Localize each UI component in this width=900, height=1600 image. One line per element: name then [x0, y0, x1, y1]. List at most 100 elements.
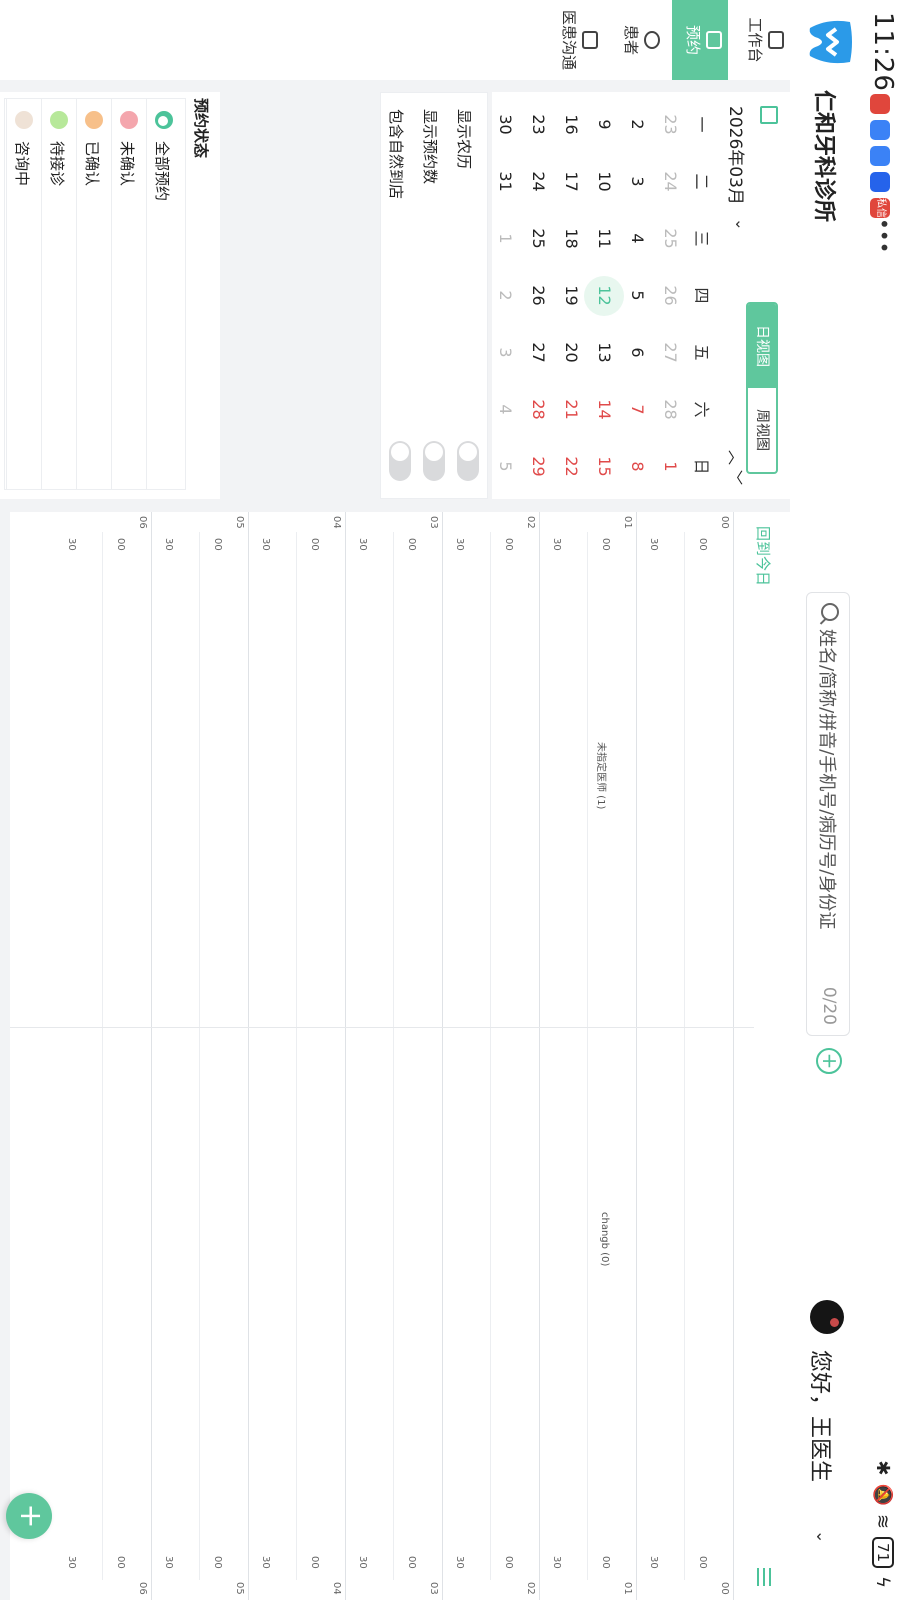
calendar-week-row: 23 24 25 26 27 28 29: [522, 96, 555, 496]
calendar-day[interactable]: 25: [529, 210, 548, 267]
calendar-day[interactable]: 23: [661, 96, 680, 153]
chevron-down-icon[interactable]: ⌄: [813, 1530, 832, 1543]
status-filter-title: 预约状态: [192, 98, 210, 159]
hour-gridline: [151, 512, 152, 1600]
add-patient-button[interactable]: +: [816, 1048, 842, 1074]
weekday-label: 四: [692, 287, 712, 304]
user-icon: [644, 31, 660, 49]
hour-gridline: [733, 512, 734, 1600]
new-appointment-button[interactable]: +: [6, 1493, 52, 1539]
schedule-timeline[interactable]: 00 00 00 00 30 30 01 01 00 00 30 30 02 02 00 00 30 30 03 03…: [10, 512, 754, 1600]
minute-label: 00: [309, 1556, 320, 1569]
calendar-day[interactable]: 11: [595, 210, 614, 267]
minute-label: 00: [212, 1556, 223, 1569]
calendar-day[interactable]: 16: [562, 96, 581, 153]
calendar-day[interactable]: 9: [595, 96, 614, 153]
app-header: 仁和牙科诊所 0/20 + 您好，王医生 ⌄: [790, 0, 862, 1600]
calendar-day[interactable]: 8: [628, 438, 647, 495]
hour-label: 03: [428, 516, 439, 529]
calendar-day[interactable]: 13: [595, 324, 614, 381]
nav-item-appointment[interactable]: 预约: [672, 0, 728, 80]
option-show-count: 显示预约数: [415, 109, 449, 489]
calendar-day[interactable]: 4: [496, 381, 515, 438]
calendar-day[interactable]: 3: [496, 324, 515, 381]
walk-in-toggle[interactable]: [389, 441, 411, 481]
calendar-month-label[interactable]: 2026年03月: [725, 106, 750, 205]
view-toggle: 日视图 周视图: [746, 302, 778, 474]
count-toggle[interactable]: [423, 441, 445, 481]
calendar-day[interactable]: 27: [661, 324, 680, 381]
calendar-week-row: 23 24 25 26 27 28 1: [654, 96, 687, 496]
calendar-day[interactable]: 6: [628, 324, 647, 381]
chevron-down-icon[interactable]: ⌄: [732, 218, 750, 231]
calendar-day[interactable]: 1: [661, 438, 680, 495]
calendar-day[interactable]: 4: [628, 210, 647, 267]
nav-item-workbench[interactable]: 工作台: [734, 0, 790, 80]
hour-label: 01: [622, 516, 633, 529]
chevron-down-icon[interactable]: ﹀: [725, 470, 746, 485]
calendar-day[interactable]: 1: [496, 210, 515, 267]
weekday-label: 日: [692, 458, 712, 475]
calendar-day[interactable]: 14: [595, 381, 614, 438]
calendar-day[interactable]: 7: [628, 381, 647, 438]
lunar-toggle[interactable]: [457, 441, 479, 481]
calendar-day-today[interactable]: 12: [584, 267, 625, 324]
calendar-day[interactable]: 21: [562, 381, 581, 438]
calendar-day[interactable]: 28: [529, 381, 548, 438]
minute-label: 00: [697, 1556, 708, 1569]
day-view-button[interactable]: 日视图: [748, 304, 776, 388]
calendar-day[interactable]: 19: [562, 267, 581, 324]
status-option-label: 待接诊: [48, 141, 66, 187]
calendar-day[interactable]: 5: [496, 438, 515, 495]
doctor-column-header[interactable]: 未指定医师 (1): [595, 742, 610, 809]
calendar-day[interactable]: 3: [628, 153, 647, 210]
half-hour-gridline: [393, 532, 395, 1580]
calendar-day[interactable]: 18: [562, 210, 581, 267]
calendar-day[interactable]: 23: [529, 96, 548, 153]
status-color-dot: [50, 111, 68, 129]
doctor-column-header[interactable]: changb (0): [599, 1212, 610, 1266]
calendar-day[interactable]: 17: [562, 153, 581, 210]
calendar-day[interactable]: 27: [529, 324, 548, 381]
chevron-up-icon[interactable]: ︿: [725, 450, 746, 465]
avatar[interactable]: [810, 1300, 844, 1334]
mute-icon: 🔕: [872, 1483, 894, 1506]
half-hour-gridline: [296, 532, 298, 1580]
calendar-day[interactable]: 26: [529, 267, 548, 324]
calendar-day[interactable]: 24: [529, 153, 548, 210]
calendar-day[interactable]: 25: [661, 210, 680, 267]
calendar-day[interactable]: 22: [562, 438, 581, 495]
minute-label: 00: [406, 1556, 417, 1569]
minute-label: 00: [115, 1556, 126, 1569]
calendar-day[interactable]: 30: [496, 96, 515, 153]
calendar-day[interactable]: 5: [628, 267, 647, 324]
patient-search-box[interactable]: 0/20: [806, 592, 850, 1036]
status-list: 全部预约未确认已确认待接诊咨询中治疗中: [4, 98, 186, 490]
calendar-day[interactable]: 15: [595, 438, 614, 495]
calendar-day[interactable]: 28: [661, 381, 680, 438]
nav-item-patients[interactable]: 患者: [610, 0, 666, 80]
calendar-day[interactable]: 26: [661, 267, 680, 324]
calendar-day[interactable]: 10: [595, 153, 614, 210]
nav-item-communication[interactable]: 医患沟通: [548, 0, 604, 80]
hour-gridline: [345, 512, 346, 1600]
status-time: 11:26: [868, 12, 898, 92]
calendar-day[interactable]: 20: [562, 324, 581, 381]
calendar-day[interactable]: 31: [496, 153, 515, 210]
calendar-day[interactable]: 24: [661, 153, 680, 210]
status-option-label: 全部预约: [153, 141, 171, 202]
back-to-today-button[interactable]: 回到今日: [753, 526, 774, 586]
weekday-label: 六: [692, 401, 712, 418]
clinic-name: 仁和牙科诊所: [811, 90, 836, 223]
calendar-day[interactable]: 2: [628, 96, 647, 153]
filter-settings-icon[interactable]: [756, 1568, 774, 1586]
day-schedule: 回到今日 00 00 00 00 30 30 01 01 00 00 30 30 02 02 00 00 30 3…: [10, 512, 790, 1600]
calendar-day[interactable]: 2: [496, 267, 515, 324]
status-color-dot: [120, 111, 138, 129]
nav-item-label: 医患沟通: [560, 9, 578, 70]
collapse-panel-icon[interactable]: [760, 106, 778, 124]
hour-label: 04: [331, 516, 342, 529]
calendar-day[interactable]: 29: [529, 438, 548, 495]
week-view-button[interactable]: 周视图: [748, 388, 776, 472]
patient-search-input[interactable]: [811, 627, 843, 971]
